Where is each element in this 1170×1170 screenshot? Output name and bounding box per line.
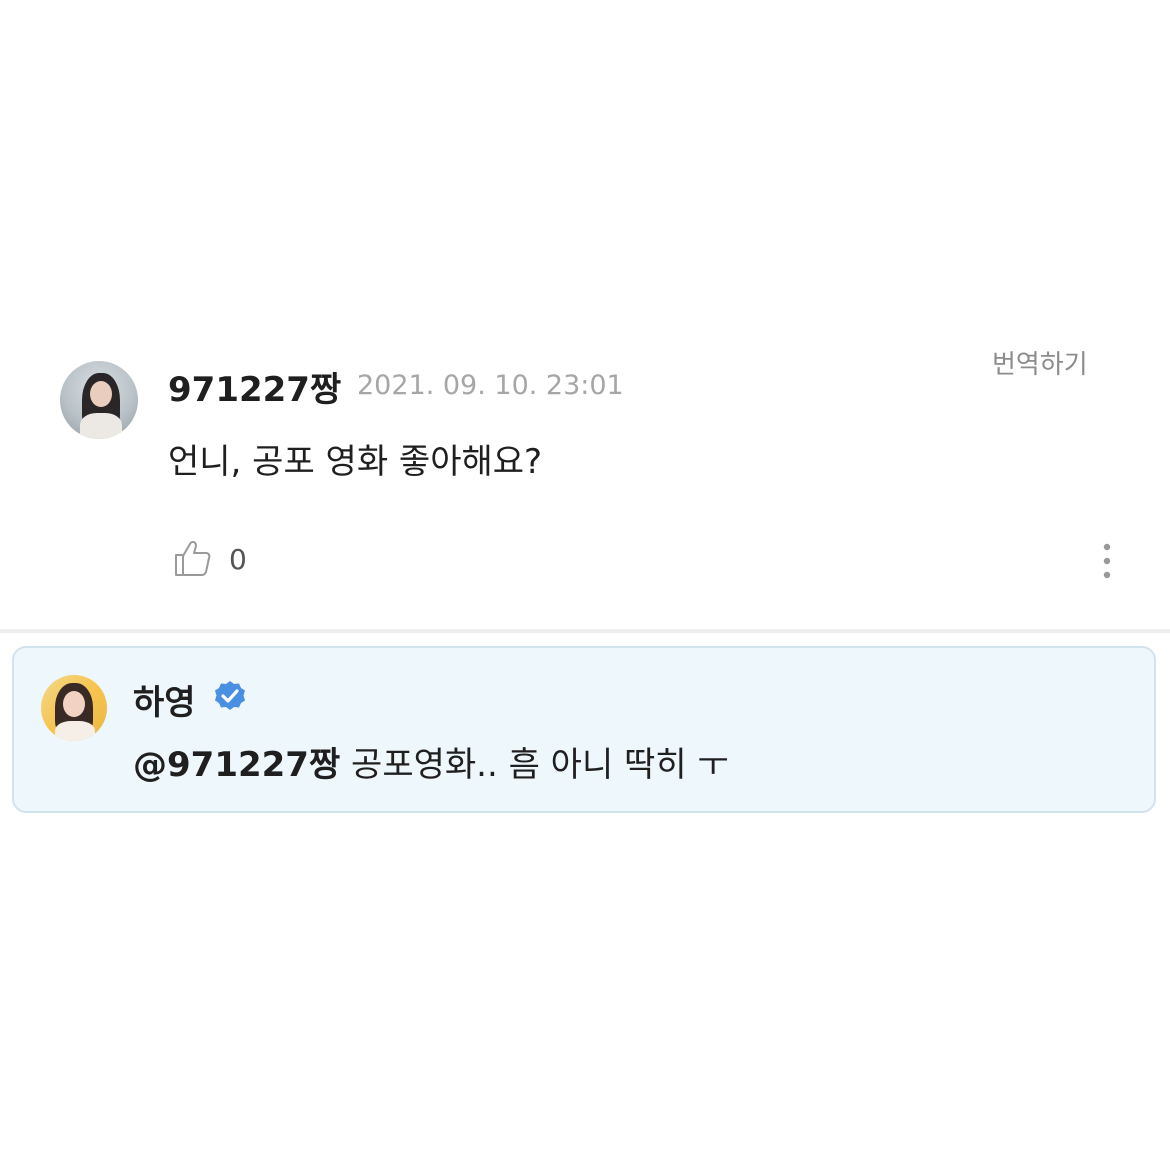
avatar-face-shape <box>63 691 85 717</box>
translate-button[interactable]: 번역하기 <box>992 344 1088 381</box>
artist-avatar[interactable] <box>41 675 107 741</box>
thumbs-up-icon[interactable] <box>172 538 212 578</box>
avatar-body-shape <box>80 413 122 439</box>
verified-badge-icon <box>215 681 245 710</box>
mention-link[interactable]: @971227짱 <box>133 745 340 785</box>
reply-username[interactable]: 하영 <box>133 675 196 724</box>
comment-text: 언니, 공포 영화 좋아해요? <box>168 442 543 482</box>
more-vertical-icon[interactable] <box>1093 542 1121 580</box>
divider <box>0 629 1170 633</box>
avatar-face-shape <box>90 381 112 407</box>
user-avatar[interactable] <box>60 361 138 439</box>
comment-username[interactable]: 971227짱 <box>168 362 341 411</box>
reply-card <box>12 646 1156 813</box>
comment-timestamp: 2021. 09. 10. 23:01 <box>357 370 624 401</box>
reply-message: 공포영화.. 흠 아니 딱히 ㅜ <box>340 745 729 785</box>
avatar-body-shape <box>55 721 95 741</box>
like-count: 0 <box>229 543 247 576</box>
comment-card: 971227짱 2021. 09. 10. 23:01 번역하기 언니, 공포 … <box>0 0 1170 630</box>
reply-text: @971227짱 공포영화.. 흠 아니 딱히 ㅜ <box>133 737 729 786</box>
